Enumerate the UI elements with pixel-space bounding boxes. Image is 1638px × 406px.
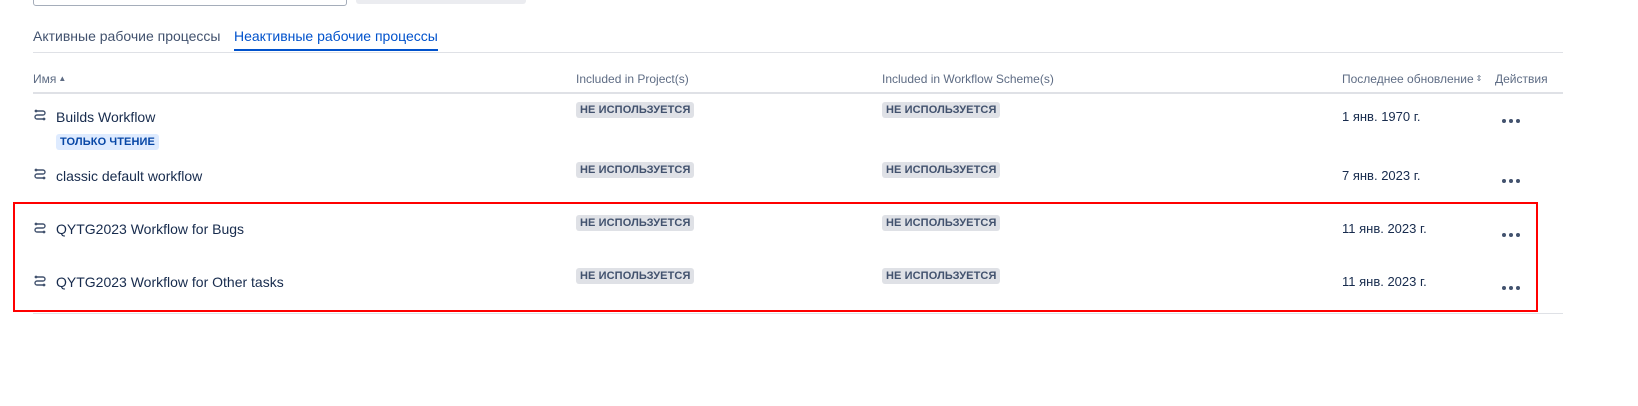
workflow-name-link[interactable]: classic default workflow xyxy=(56,168,202,184)
more-actions-icon[interactable] xyxy=(1499,116,1523,126)
table-bottom-divider xyxy=(33,313,1563,314)
tab-inactive-workflows[interactable]: Неактивные рабочие процессы xyxy=(234,28,438,51)
projects-status-badge: НЕ ИСПОЛЬЗУЕТСЯ xyxy=(576,102,695,118)
sort-icon[interactable]: ▲ xyxy=(58,74,66,83)
table-row: Builds Workflow ТОЛЬКО ЧТЕНИЕ НЕ ИСПОЛЬЗ… xyxy=(33,100,1563,154)
workflow-name-link[interactable]: Builds Workflow xyxy=(56,109,155,125)
filter-button[interactable] xyxy=(356,0,526,4)
workflow-tabs: Активные рабочие процессы Неактивные раб… xyxy=(33,28,1563,53)
updated-date: 7 янв. 2023 г. xyxy=(1342,168,1421,183)
search-input[interactable] xyxy=(33,0,347,6)
schemes-status-badge: НЕ ИСПОЛЬЗУЕТСЯ xyxy=(882,102,1001,118)
column-name-header[interactable]: Имя ▲ xyxy=(33,72,66,86)
column-updated-header[interactable]: Последнее обновление ⇕ xyxy=(1342,72,1482,86)
updated-date: 1 янв. 1970 г. xyxy=(1342,109,1421,124)
column-schemes-header: Included in Workflow Scheme(s) xyxy=(882,72,1054,86)
table-row: classic default workflow НЕ ИСПОЛЬЗУЕТСЯ… xyxy=(33,160,1563,200)
highlight-annotation xyxy=(13,202,1538,312)
projects-status-badge: НЕ ИСПОЛЬЗУЕТСЯ xyxy=(576,162,695,178)
workflow-icon xyxy=(34,109,46,121)
sort-icon[interactable]: ⇕ xyxy=(1476,74,1483,83)
readonly-badge: ТОЛЬКО ЧТЕНИЕ xyxy=(56,134,159,150)
tab-active-workflows[interactable]: Активные рабочие процессы xyxy=(33,28,220,49)
column-actions-header: Действия xyxy=(1495,72,1548,86)
workflow-icon xyxy=(34,168,46,180)
column-updated-label: Последнее обновление xyxy=(1342,72,1474,86)
column-name-label: Имя xyxy=(33,72,57,86)
table-header: Имя ▲ Included in Project(s) Included in … xyxy=(33,72,1563,94)
column-projects-header: Included in Project(s) xyxy=(576,72,689,86)
more-actions-icon[interactable] xyxy=(1499,176,1523,186)
schemes-status-badge: НЕ ИСПОЛЬЗУЕТСЯ xyxy=(882,162,1001,178)
